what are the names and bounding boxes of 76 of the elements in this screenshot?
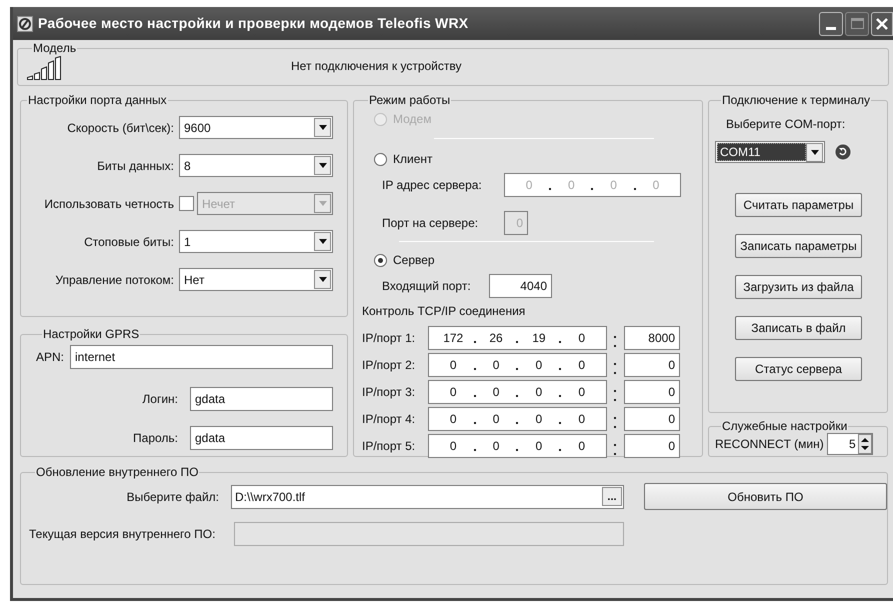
app-icon [17, 16, 33, 32]
group-title: Настройки GPRS [42, 327, 140, 341]
window-title: Рабочее место настройки и проверки модемов Teleofis WRX [38, 14, 470, 33]
input-field[interactable]: internet [70, 345, 333, 369]
field-label: IP/порт 2: [362, 357, 416, 374]
spin-field[interactable]: 5 [826, 433, 873, 455]
ip-address-field[interactable]: 172 26 19 0 [428, 326, 607, 350]
field-label: Входящий порт: [382, 278, 472, 295]
input-field[interactable]: 0 [624, 353, 680, 377]
field-label: IP/порт 5: [362, 438, 416, 455]
action-button[interactable]: Статус сервера [735, 357, 862, 381]
field-label: RECONNECT (мин) [715, 436, 824, 453]
dropdown[interactable]: 8 [179, 154, 333, 177]
field-label: Логин: [142, 391, 178, 408]
ip-address-field[interactable]: 0 0 0 0 [428, 407, 607, 431]
field-label: APN: [36, 349, 64, 366]
action-button[interactable]: Записать в файл [735, 316, 862, 340]
field-label: IP/порт 1: [362, 330, 416, 347]
ip-address-field[interactable]: 0 0 0 0 [428, 353, 607, 377]
input-field[interactable]: 0 [624, 380, 680, 404]
action-button[interactable]: Обновить ПО [644, 483, 887, 510]
refresh-icon[interactable] [835, 144, 851, 160]
field-label: Пароль: [133, 430, 178, 447]
dropdown[interactable]: 9600 [179, 116, 333, 139]
close-icon [875, 16, 889, 30]
group-title: Обновление внутреннего ПО [35, 465, 200, 479]
field-label: IP/порт 4: [362, 411, 416, 428]
group-title: Настройки порта данных [27, 93, 168, 107]
group-title: Подключение к терминалу [721, 93, 871, 107]
field-label: Текущая версия внутреннего ПО: [29, 526, 216, 543]
caret-icon [318, 277, 326, 282]
group-title: Модель [32, 41, 78, 55]
close-button[interactable] [871, 12, 893, 36]
group-title: Служебные настройки [721, 419, 848, 433]
radio-label: Клиент [393, 151, 432, 168]
caret-icon [318, 125, 326, 130]
field-label: Использовать четность [44, 196, 174, 212]
field-label: Порт на сервере: [382, 215, 480, 232]
field-label: Биты данных: [97, 158, 174, 174]
input-field[interactable]: 0 [624, 407, 680, 431]
ip-address-field[interactable]: 0 0 0 0 [428, 380, 607, 404]
section-title: Контроль TCP/IP соединения [362, 303, 526, 320]
group-title: Режим работы [368, 93, 452, 107]
dropdown[interactable]: 1 [179, 230, 333, 253]
field-label: Выберите файл: [126, 488, 219, 506]
caret-icon [318, 239, 326, 244]
field-label: Скорость (бит\сек): [67, 120, 174, 136]
radio-label: Сервер [393, 252, 435, 269]
field-label: Управление потоком: [55, 272, 174, 288]
field-label: IP/порт 3: [362, 384, 416, 401]
caret-icon [810, 150, 818, 154]
radio-button[interactable] [374, 152, 387, 166]
field-label: Выберите COM-порт: [726, 116, 846, 133]
caret-icon [318, 163, 326, 168]
input-field[interactable]: 4040 [489, 274, 552, 298]
action-button[interactable]: Загрузить из файла [735, 275, 862, 299]
input-field[interactable]: gdata [190, 387, 333, 411]
file-path-field[interactable]: D:\\wrx700.tlf ... [231, 484, 624, 508]
signal-bars-icon [26, 56, 64, 80]
action-button[interactable]: Записать параметры [735, 234, 862, 258]
input-field[interactable]: 8000 [624, 326, 680, 350]
caret-icon [318, 201, 326, 206]
field-label: IP адрес сервера: [382, 177, 483, 194]
spinner-arrows-icon [858, 434, 872, 454]
field-label: Стоповые биты: [84, 234, 174, 250]
browse-button[interactable]: ... [602, 487, 622, 506]
radio-label: Модем [393, 111, 432, 128]
com-port-dropdown[interactable]: COM11 [715, 141, 825, 163]
minimize-button[interactable] [819, 12, 843, 36]
radio-button[interactable] [374, 254, 387, 266]
dropdown[interactable]: Нет [179, 268, 333, 291]
input-field[interactable]: gdata [190, 426, 333, 450]
action-button[interactable]: Считать параметры [735, 193, 862, 217]
ip-address-field[interactable]: 0 0 0 0 [428, 434, 607, 458]
connection-status: Нет подключения к устройству [291, 58, 462, 75]
input-field[interactable]: 0 [624, 434, 680, 458]
